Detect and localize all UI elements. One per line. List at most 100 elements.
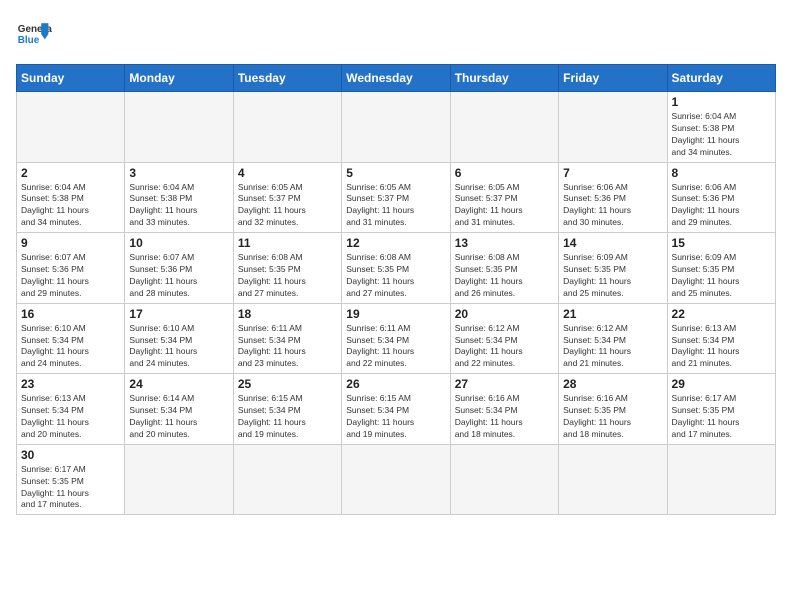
calendar-cell: 1Sunrise: 6:04 AM Sunset: 5:38 PM Daylig… bbox=[667, 92, 775, 163]
day-number: 26 bbox=[346, 377, 445, 391]
day-number: 9 bbox=[21, 236, 120, 250]
calendar-cell bbox=[450, 444, 558, 515]
day-number: 13 bbox=[455, 236, 554, 250]
day-header-sunday: Sunday bbox=[17, 65, 125, 92]
calendar-cell: 4 Sunrise: 6:05 AM Sunset: 5:37 PM Daylig… bbox=[233, 162, 341, 233]
day-number: 10 bbox=[129, 236, 228, 250]
day-number: 20 bbox=[455, 307, 554, 321]
calendar-cell: 16Sunrise: 6:10 AM Sunset: 5:34 PM Dayli… bbox=[17, 303, 125, 374]
calendar-cell: 10 Sunrise: 6:07 AM Sunset: 5:36 PM Dayli… bbox=[125, 233, 233, 304]
day-info: Sunrise: 6:10 AM Sunset: 5:34 PM Dayligh… bbox=[21, 323, 120, 371]
calendar-cell: 25 Sunrise: 6:15 AM Sunset: 5:34 PM Dayli… bbox=[233, 374, 341, 445]
calendar-table: SundayMondayTuesdayWednesdayThursdayFrid… bbox=[16, 64, 776, 515]
day-number: 1 bbox=[672, 95, 771, 109]
day-info: Sunrise: 6:11 AM Sunset: 5:34 PM Dayligh… bbox=[346, 323, 445, 371]
calendar-cell: 11 Sunrise: 6:08 AM Sunset: 5:35 PM Dayli… bbox=[233, 233, 341, 304]
day-number: 2 bbox=[21, 166, 120, 180]
day-info: Sunrise: 6:06 AM Sunset: 5:36 PM Dayligh… bbox=[563, 182, 662, 230]
day-header-friday: Friday bbox=[559, 65, 667, 92]
calendar-cell: 28 Sunrise: 6:16 AM Sunset: 5:35 PM Dayli… bbox=[559, 374, 667, 445]
day-info: Sunrise: 6:15 AM Sunset: 5:34 PM Dayligh… bbox=[238, 393, 337, 441]
day-header-monday: Monday bbox=[125, 65, 233, 92]
day-info: Sunrise: 6:17 AM Sunset: 5:35 PM Dayligh… bbox=[21, 464, 120, 512]
calendar-cell: 19 Sunrise: 6:11 AM Sunset: 5:34 PM Dayli… bbox=[342, 303, 450, 374]
calendar-cell: 21Sunrise: 6:12 AM Sunset: 5:34 PM Dayli… bbox=[559, 303, 667, 374]
day-info: Sunrise: 6:16 AM Sunset: 5:35 PM Dayligh… bbox=[563, 393, 662, 441]
day-number: 17 bbox=[129, 307, 228, 321]
day-info: Sunrise: 6:05 AM Sunset: 5:37 PM Dayligh… bbox=[238, 182, 337, 230]
calendar-cell: 24 Sunrise: 6:14 AM Sunset: 5:34 PM Dayli… bbox=[125, 374, 233, 445]
calendar-cell: 2 Sunrise: 6:04 AM Sunset: 5:38 PM Daylig… bbox=[17, 162, 125, 233]
calendar-cell: 7 Sunrise: 6:06 AM Sunset: 5:36 PM Daylig… bbox=[559, 162, 667, 233]
day-info: Sunrise: 6:07 AM Sunset: 5:36 PM Dayligh… bbox=[129, 252, 228, 300]
calendar-cell: 5 Sunrise: 6:05 AM Sunset: 5:37 PM Daylig… bbox=[342, 162, 450, 233]
day-number: 6 bbox=[455, 166, 554, 180]
day-number: 4 bbox=[238, 166, 337, 180]
calendar-cell bbox=[342, 444, 450, 515]
day-number: 3 bbox=[129, 166, 228, 180]
day-info: Sunrise: 6:08 AM Sunset: 5:35 PM Dayligh… bbox=[346, 252, 445, 300]
calendar-week-row: 16Sunrise: 6:10 AM Sunset: 5:34 PM Dayli… bbox=[17, 303, 776, 374]
calendar-week-row: 2 Sunrise: 6:04 AM Sunset: 5:38 PM Daylig… bbox=[17, 162, 776, 233]
day-number: 14 bbox=[563, 236, 662, 250]
day-header-wednesday: Wednesday bbox=[342, 65, 450, 92]
day-info: Sunrise: 6:14 AM Sunset: 5:34 PM Dayligh… bbox=[129, 393, 228, 441]
day-number: 25 bbox=[238, 377, 337, 391]
day-info: Sunrise: 6:08 AM Sunset: 5:35 PM Dayligh… bbox=[238, 252, 337, 300]
calendar-cell bbox=[559, 444, 667, 515]
calendar-cell: 3 Sunrise: 6:04 AM Sunset: 5:38 PM Daylig… bbox=[125, 162, 233, 233]
day-info: Sunrise: 6:16 AM Sunset: 5:34 PM Dayligh… bbox=[455, 393, 554, 441]
calendar-cell bbox=[17, 92, 125, 163]
day-info: Sunrise: 6:04 AM Sunset: 5:38 PM Dayligh… bbox=[21, 182, 120, 230]
calendar-cell: 27 Sunrise: 6:16 AM Sunset: 5:34 PM Dayli… bbox=[450, 374, 558, 445]
day-info: Sunrise: 6:11 AM Sunset: 5:34 PM Dayligh… bbox=[238, 323, 337, 371]
day-info: Sunrise: 6:07 AM Sunset: 5:36 PM Dayligh… bbox=[21, 252, 120, 300]
day-info: Sunrise: 6:08 AM Sunset: 5:35 PM Dayligh… bbox=[455, 252, 554, 300]
calendar-week-row: 9 Sunrise: 6:07 AM Sunset: 5:36 PM Daylig… bbox=[17, 233, 776, 304]
calendar-cell: 23 Sunrise: 6:13 AM Sunset: 5:34 PM Dayli… bbox=[17, 374, 125, 445]
calendar-cell: 17Sunrise: 6:10 AM Sunset: 5:34 PM Dayli… bbox=[125, 303, 233, 374]
day-number: 21 bbox=[563, 307, 662, 321]
day-info: Sunrise: 6:04 AM Sunset: 5:38 PM Dayligh… bbox=[129, 182, 228, 230]
calendar-cell bbox=[559, 92, 667, 163]
calendar-cell bbox=[233, 92, 341, 163]
svg-text:Blue: Blue bbox=[18, 35, 40, 46]
day-info: Sunrise: 6:13 AM Sunset: 5:34 PM Dayligh… bbox=[672, 323, 771, 371]
day-number: 12 bbox=[346, 236, 445, 250]
day-info: Sunrise: 6:15 AM Sunset: 5:34 PM Dayligh… bbox=[346, 393, 445, 441]
calendar-cell bbox=[125, 444, 233, 515]
day-info: Sunrise: 6:13 AM Sunset: 5:34 PM Dayligh… bbox=[21, 393, 120, 441]
calendar-cell: 8Sunrise: 6:06 AM Sunset: 5:36 PM Daylig… bbox=[667, 162, 775, 233]
calendar-header-row: SundayMondayTuesdayWednesdayThursdayFrid… bbox=[17, 65, 776, 92]
calendar-cell bbox=[233, 444, 341, 515]
day-number: 30 bbox=[21, 448, 120, 462]
day-number: 23 bbox=[21, 377, 120, 391]
calendar-cell: 22 Sunrise: 6:13 AM Sunset: 5:34 PM Dayli… bbox=[667, 303, 775, 374]
day-info: Sunrise: 6:12 AM Sunset: 5:34 PM Dayligh… bbox=[455, 323, 554, 371]
calendar-cell: 12 Sunrise: 6:08 AM Sunset: 5:35 PM Dayli… bbox=[342, 233, 450, 304]
day-number: 5 bbox=[346, 166, 445, 180]
day-number: 11 bbox=[238, 236, 337, 250]
calendar-cell bbox=[450, 92, 558, 163]
day-header-thursday: Thursday bbox=[450, 65, 558, 92]
logo: General Blue bbox=[16, 16, 56, 52]
day-number: 29 bbox=[672, 377, 771, 391]
calendar-cell: 20 Sunrise: 6:12 AM Sunset: 5:34 PM Dayli… bbox=[450, 303, 558, 374]
calendar-cell bbox=[342, 92, 450, 163]
calendar-cell bbox=[667, 444, 775, 515]
day-number: 7 bbox=[563, 166, 662, 180]
day-number: 18 bbox=[238, 307, 337, 321]
calendar-cell: 26 Sunrise: 6:15 AM Sunset: 5:34 PM Dayli… bbox=[342, 374, 450, 445]
day-info: Sunrise: 6:09 AM Sunset: 5:35 PM Dayligh… bbox=[672, 252, 771, 300]
day-number: 27 bbox=[455, 377, 554, 391]
calendar-cell bbox=[125, 92, 233, 163]
day-number: 28 bbox=[563, 377, 662, 391]
day-number: 22 bbox=[672, 307, 771, 321]
calendar-cell: 18 Sunrise: 6:11 AM Sunset: 5:34 PM Dayli… bbox=[233, 303, 341, 374]
calendar-week-row: 30 Sunrise: 6:17 AM Sunset: 5:35 PM Dayli… bbox=[17, 444, 776, 515]
calendar-cell: 14Sunrise: 6:09 AM Sunset: 5:35 PM Dayli… bbox=[559, 233, 667, 304]
day-number: 24 bbox=[129, 377, 228, 391]
calendar-cell: 9 Sunrise: 6:07 AM Sunset: 5:36 PM Daylig… bbox=[17, 233, 125, 304]
day-info: Sunrise: 6:05 AM Sunset: 5:37 PM Dayligh… bbox=[346, 182, 445, 230]
day-number: 19 bbox=[346, 307, 445, 321]
